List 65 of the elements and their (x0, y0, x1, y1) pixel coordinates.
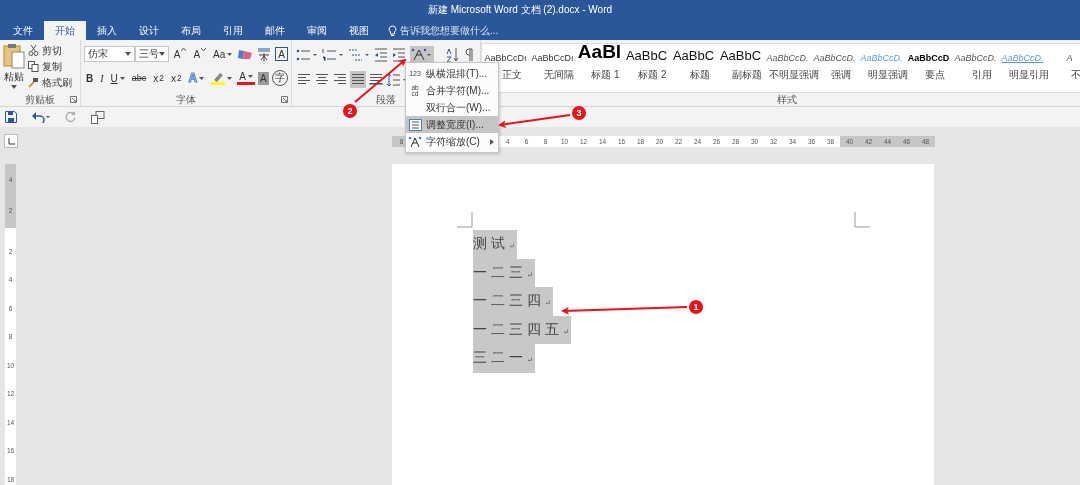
clipboard-button[interactable]: 剪切 (28, 43, 72, 58)
style-preview[interactable]: AaBbC (719, 44, 762, 63)
style-name[interactable]: 副标题 (731, 68, 762, 82)
font-format-button[interactable]: U (108, 70, 127, 86)
menu-item[interactable]: 字符缩放(C) (406, 133, 498, 150)
style-preview[interactable]: AaBl (577, 44, 622, 63)
menu-label: 字符缩放(C) (426, 134, 481, 149)
font-format-button[interactable]: I (98, 70, 106, 86)
font-name-field[interactable]: 仿宋 (84, 46, 135, 62)
style-name[interactable]: 明显引用 (1008, 68, 1049, 82)
clipboard-button[interactable]: 格式刷 (28, 75, 72, 90)
style-name[interactable]: 要点 (924, 68, 945, 82)
group-label: 段落 (376, 92, 396, 107)
style-preview[interactable]: AaBbCcDı (531, 44, 574, 63)
style-name[interactable]: 不 (1070, 68, 1080, 82)
style-preview[interactable]: AaBbC (672, 44, 715, 63)
style-name[interactable]: 明显强调 (867, 68, 908, 82)
font-format-button[interactable]: A (191, 46, 209, 62)
font-size-field[interactable]: 三号 (134, 46, 169, 62)
ribbon-tab[interactable]: 审阅 (296, 21, 338, 40)
font-format-button[interactable]: A (237, 71, 255, 85)
menu-item[interactable]: 调整宽度(I)... (406, 116, 498, 133)
font-format-button[interactable]: B (84, 70, 96, 86)
menu-label: 双行合一(W)... (426, 100, 492, 115)
menu-label: 纵横混排(T)... (426, 66, 489, 81)
style-preview[interactable]: AaBbCcD. (813, 44, 856, 63)
font-size-value: 三号 (138, 47, 159, 61)
ribbon-tab[interactable]: 布局 (170, 21, 212, 40)
ribbon-tab[interactable]: 设计 (128, 21, 170, 40)
ribbon-tab[interactable]: 插入 (86, 21, 128, 40)
style-name[interactable]: 标题 (689, 68, 710, 82)
menu-item[interactable]: 双行合一(W)... (406, 99, 498, 116)
style-preview[interactable]: AaBbC (625, 44, 668, 63)
font-format-button[interactable]: A (275, 47, 288, 61)
font-format-button[interactable]: A (257, 71, 269, 85)
group-label: 剪贴板 (25, 92, 55, 107)
style-name[interactable]: 引用 (971, 68, 992, 82)
style-preview[interactable]: AaBbCcD. (954, 44, 997, 63)
style-preview[interactable]: AaBbCcD. (766, 44, 809, 63)
style-name[interactable]: 正文 (501, 68, 522, 82)
style-name[interactable]: 标题 2 (638, 68, 667, 82)
style-name[interactable]: 无间隔 (543, 68, 574, 82)
tell-me-field[interactable]: 告诉我您想要做什么... (388, 21, 530, 40)
style-name[interactable]: 不明显强调 (768, 68, 819, 82)
font-name-value: 仿宋 (88, 47, 108, 61)
font-format-button[interactable]: abc (129, 70, 149, 86)
style-preview[interactable]: AaBbCcD (907, 44, 950, 63)
menu-label: 合并字符(M)... (426, 83, 491, 98)
ribbon-tab[interactable]: 邮件 (254, 21, 296, 40)
style-preview[interactable]: AaBbCcDı (484, 44, 527, 63)
ribbon-tab[interactable]: 开始 (44, 21, 86, 40)
style-name[interactable]: 强调 (830, 68, 851, 82)
menu-label: 调整宽度(I)... (426, 117, 485, 132)
font-format-button[interactable]: Aa (211, 46, 235, 62)
font-format-button[interactable]: A (171, 46, 189, 62)
group-label: 样式 (777, 92, 797, 107)
ribbon-tab[interactable]: 视图 (338, 21, 380, 40)
group-label: 字体 (176, 92, 196, 107)
window-title: 新建 Microsoft Word 文档 (2).docx - Word (427, 3, 613, 17)
paste-button[interactable]: 粘贴 (2, 43, 26, 90)
style-preview[interactable]: A (1066, 44, 1073, 63)
style-name[interactable]: 标题 1 (591, 68, 620, 82)
clipboard-button[interactable]: 复制 (28, 59, 72, 74)
ribbon-tab[interactable]: 引用 (212, 21, 254, 40)
ribbon-tab[interactable]: 文件 (2, 21, 44, 40)
